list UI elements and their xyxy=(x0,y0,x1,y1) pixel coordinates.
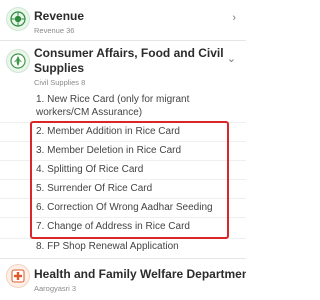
service-item-fp-shop-renewal[interactable]: 8. FP Shop Renewal Application xyxy=(36,241,179,253)
divider xyxy=(0,258,246,259)
section-subtitle-civil-supplies: Civil Supplies 8 xyxy=(34,78,86,87)
section-title-revenue: Revenue xyxy=(34,9,85,23)
service-item-new-rice-card[interactable]: 1. New Rice Card (only for migrant xyxy=(36,94,189,106)
service-list-screen: Revenue Revenue 36 › Consumer Affairs, F… xyxy=(0,0,246,300)
chevron-right-icon[interactable]: › xyxy=(232,12,236,24)
divider xyxy=(0,40,246,41)
chevron-down-icon[interactable]: ⌄ xyxy=(227,52,236,65)
service-item-new-rice-card-cont[interactable]: workers/CM Assurance) xyxy=(36,107,142,119)
section-title-health: Health and Family Welfare Department xyxy=(34,267,246,281)
section-subtitle-health: Aarogyasri 3 xyxy=(34,284,77,293)
section-subtitle-revenue: Revenue 36 xyxy=(34,26,75,35)
highlight-box xyxy=(30,121,229,239)
state-emblem-icon xyxy=(6,7,30,31)
section-title-civil-supplies-line2: Supplies xyxy=(34,61,85,75)
health-emblem-icon xyxy=(6,264,30,288)
civil-supplies-seal-icon xyxy=(6,49,30,73)
section-title-civil-supplies-line1: Consumer Affairs, Food and Civil xyxy=(34,46,224,60)
